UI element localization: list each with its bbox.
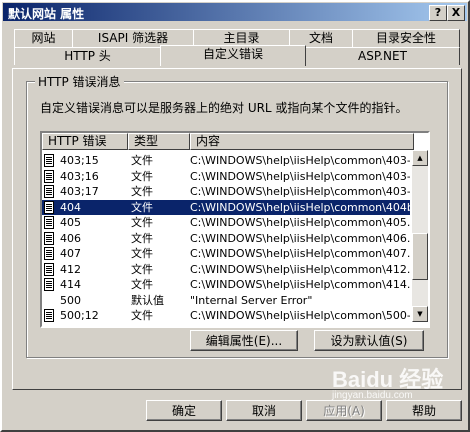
- table-row[interactable]: 403;17 文件 C:\WINDOWS\help\iisHelp\common\4…: [42, 184, 410, 199]
- document-icon: [44, 154, 54, 167]
- error-type-cell: 文件: [131, 309, 153, 322]
- error-code-cell: 406: [60, 231, 81, 245]
- document-icon: [44, 247, 54, 260]
- table-row[interactable]: 414 文件 C:\WINDOWS\help\iisHelp\common\414.…: [42, 277, 410, 292]
- table-row[interactable]: 406 文件 C:\WINDOWS\help\iisHelp\common\406.…: [42, 231, 410, 246]
- table-row[interactable]: 404 文件 C:\WINDOWS\help\iisHelp\common\404b…: [42, 199, 410, 215]
- help-button[interactable]: 帮助: [386, 400, 462, 421]
- apply-button[interactable]: 应用(A): [306, 400, 382, 421]
- error-type-cell: 文件: [131, 154, 153, 167]
- error-code-cell: 500;12: [60, 309, 99, 322]
- error-type-cell: 文件: [131, 200, 153, 214]
- table-row[interactable]: 500 默认值 "Internal Server Error": [42, 293, 410, 308]
- error-code-cell: 403;15: [60, 154, 99, 167]
- table-row[interactable]: 403;16 文件 C:\WINDOWS\help\iisHelp\common\4…: [42, 169, 410, 184]
- document-icon: [44, 231, 54, 245]
- tab-aspnet[interactable]: ASP.NET: [305, 47, 460, 65]
- error-content-cell: C:\WINDOWS\help\iisHelp\common\404b.h: [190, 200, 410, 214]
- vertical-scrollbar[interactable]: ▲ ▼: [412, 150, 428, 322]
- list-header: HTTP 错误 类型 内容: [42, 133, 414, 150]
- error-content-cell: C:\WINDOWS\help\iisHelp\common\500-...: [190, 309, 410, 322]
- document-icon: [44, 169, 54, 183]
- error-code-cell: 500: [60, 293, 81, 307]
- table-row[interactable]: 407 文件 C:\WINDOWS\help\iisHelp\common\407.…: [42, 246, 410, 261]
- tab-http-headers[interactable]: HTTP 头: [14, 47, 161, 65]
- error-type-cell: 文件: [131, 216, 153, 229]
- document-icon: [44, 262, 54, 276]
- error-content-cell: C:\WINDOWS\help\iisHelp\common\405.ht: [190, 216, 410, 229]
- error-type-cell: 文件: [131, 262, 153, 276]
- column-header-http-error[interactable]: HTTP 错误: [42, 133, 128, 150]
- document-icon: [44, 200, 54, 214]
- error-content-cell: C:\WINDOWS\help\iisHelp\common\403-...: [190, 185, 410, 198]
- error-type-cell: 文件: [131, 247, 153, 260]
- column-header-type[interactable]: 类型: [128, 133, 190, 150]
- title-bar[interactable]: 默认网站 属性 ? X: [3, 3, 467, 21]
- error-type-cell: 文件: [131, 278, 153, 291]
- error-type-cell: 文件: [131, 169, 153, 183]
- help-title-button[interactable]: ?: [429, 5, 447, 21]
- error-content-cell: C:\WINDOWS\help\iisHelp\common\407.ht: [190, 247, 410, 260]
- table-row[interactable]: 500;12 文件 C:\WINDOWS\help\iisHelp\common\5…: [42, 308, 410, 323]
- error-code-cell: 407: [60, 247, 81, 260]
- document-icon: [44, 216, 54, 229]
- error-code-cell: 412: [60, 262, 81, 276]
- document-icon: [44, 278, 54, 291]
- error-code-cell: 404: [60, 200, 81, 214]
- column-header-content[interactable]: 内容: [190, 133, 414, 150]
- scroll-up-arrow-icon[interactable]: ▲: [412, 150, 428, 166]
- error-content-cell: C:\WINDOWS\help\iisHelp\common\412.ht: [190, 262, 410, 276]
- error-code-cell: 405: [60, 216, 81, 229]
- edit-properties-button[interactable]: 编辑属性(E)...: [190, 330, 298, 351]
- tab-directory-security[interactable]: 目录安全性: [352, 29, 460, 47]
- error-content-cell: "Internal Server Error": [190, 293, 313, 307]
- error-content-cell: C:\WINDOWS\help\iisHelp\common\403-...: [190, 154, 410, 167]
- set-default-button[interactable]: 设为默认值(S): [314, 330, 424, 351]
- document-icon: [44, 185, 54, 198]
- group-description: 自定义错误消息可以是服务器上的绝对 URL 或指向某个文件的指针。: [40, 101, 408, 115]
- table-row[interactable]: 403;15 文件 C:\WINDOWS\help\iisHelp\common\4…: [42, 153, 410, 168]
- error-content-cell: C:\WINDOWS\help\iisHelp\common\403-...: [190, 169, 410, 183]
- window-title: 默认网站 属性: [8, 7, 85, 21]
- properties-dialog: 默认网站 属性 ? X 网站 ISAPI 筛选器 主目录 文档 目录安全性 HT…: [0, 0, 470, 432]
- document-icon: [44, 309, 54, 322]
- scroll-down-arrow-icon[interactable]: ▼: [412, 306, 428, 322]
- error-content-cell: C:\WINDOWS\help\iisHelp\common\406.ht: [190, 231, 410, 245]
- error-type-cell: 文件: [131, 231, 153, 245]
- ok-button[interactable]: 确定: [146, 400, 222, 421]
- tab-website[interactable]: 网站: [14, 29, 73, 47]
- cancel-button[interactable]: 取消: [226, 400, 302, 421]
- table-row[interactable]: 405 文件 C:\WINDOWS\help\iisHelp\common\405.…: [42, 215, 410, 230]
- watermark-logo: Baidu 经验 jingyan.baidu.com: [332, 367, 444, 401]
- close-button[interactable]: X: [447, 5, 465, 21]
- error-code-cell: 414: [60, 278, 81, 291]
- tab-custom-errors[interactable]: 自定义错误: [160, 45, 306, 66]
- table-row[interactable]: 412 文件 C:\WINDOWS\help\iisHelp\common\412.…: [42, 262, 410, 277]
- error-list[interactable]: HTTP 错误 类型 内容 403;15 文件 C:\WINDOWS\help\ii…: [40, 131, 430, 328]
- error-code-cell: 403;16: [60, 169, 99, 183]
- error-code-cell: 403;17: [60, 185, 99, 198]
- error-content-cell: C:\WINDOWS\help\iisHelp\common\414.ht: [190, 278, 410, 291]
- error-type-cell: 默认值: [131, 293, 164, 307]
- error-type-cell: 文件: [131, 185, 153, 198]
- scroll-thumb[interactable]: [412, 233, 428, 280]
- group-label: HTTP 错误消息: [35, 73, 124, 90]
